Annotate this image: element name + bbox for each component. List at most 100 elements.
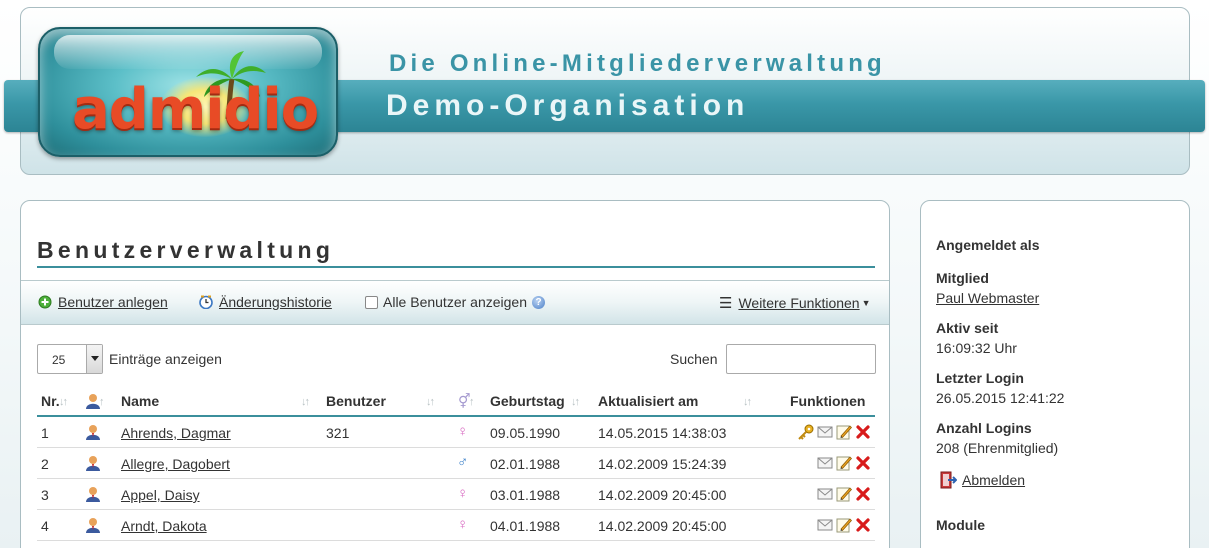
row-functions (817, 455, 871, 471)
add-user-button[interactable]: Benutzer anlegen (38, 294, 168, 310)
female-icon: ♀ (457, 516, 469, 533)
female-icon: ♀ (457, 423, 469, 440)
history-label: Änderungshistorie (219, 294, 332, 310)
search-control: Suchen (670, 344, 877, 374)
row-username: 321 (326, 425, 350, 441)
row-birthday: 04.01.1988 (490, 518, 561, 534)
key-icon[interactable] (798, 424, 814, 440)
row-nr: 3 (41, 487, 49, 503)
login-count-value: 208 (Ehrenmitglied) (936, 440, 1059, 456)
table-body: 1 Ahrends, Dagmar 321 ♀ 09.05.1990 14.05.2015… (37, 417, 875, 541)
page-title: Benutzerverwaltung (37, 237, 875, 268)
row-updated: 14.02.2009 20:45:00 (598, 487, 727, 503)
col-nr[interactable]: Nr. (41, 393, 60, 409)
users-table: Nr. ↓↑ ↑ Name ↓↑ Benutzer ↓↑ ⚥ ↑ Geburts… (37, 389, 875, 541)
member-label: Mitglied (936, 270, 989, 286)
organisation-name: Demo-Organisation (386, 89, 750, 122)
edit-icon[interactable] (836, 486, 852, 502)
user-icon[interactable] (85, 517, 101, 536)
col-functions: Funktionen (790, 393, 866, 409)
user-name-link[interactable]: Appel, Daisy (121, 487, 200, 503)
chevron-down-icon[interactable] (86, 345, 102, 373)
entries-length-select[interactable]: 25 (37, 344, 103, 374)
row-updated: 14.02.2009 20:45:00 (598, 518, 727, 534)
user-icon[interactable] (85, 455, 101, 474)
female-icon: ♀ (457, 485, 469, 502)
entries-length-value: 25 (52, 353, 66, 367)
entries-length-control: 25 Einträge anzeigen (37, 344, 222, 374)
user-name-link[interactable]: Allegre, Dagobert (121, 456, 230, 472)
add-user-label: Benutzer anlegen (58, 294, 168, 310)
row-functions (817, 517, 871, 533)
logo-gloss (54, 35, 322, 69)
mail-icon[interactable] (817, 455, 833, 471)
search-label: Suchen (670, 351, 718, 367)
row-birthday: 02.01.1988 (490, 456, 561, 472)
row-birthday: 03.01.1988 (490, 487, 561, 503)
mail-icon[interactable] (817, 486, 833, 502)
row-functions (817, 486, 871, 502)
menu-icon: ☰ (719, 295, 733, 312)
sort-icon[interactable]: ↑ (469, 396, 474, 408)
logout-icon (940, 471, 957, 489)
show-all-users-toggle[interactable]: Alle Benutzer anzeigen ? (365, 294, 545, 310)
show-all-checkbox[interactable] (365, 295, 378, 309)
logout-button[interactable]: Abmelden (939, 471, 1025, 489)
row-birthday: 09.05.1990 (490, 425, 561, 441)
row-nr: 2 (41, 456, 49, 472)
delete-icon[interactable] (855, 455, 871, 471)
login-count-label: Anzahl Logins (936, 420, 1032, 436)
delete-icon[interactable] (855, 486, 871, 502)
delete-icon[interactable] (855, 517, 871, 533)
admidio-logo[interactable]: admidio (38, 27, 338, 157)
last-login-label: Letzter Login (936, 370, 1024, 386)
edit-icon[interactable] (836, 424, 852, 440)
row-updated: 14.02.2009 15:24:39 (598, 456, 727, 472)
logo-text: admidio (72, 77, 319, 142)
user-name-link[interactable]: Arndt, Dakota (121, 518, 207, 534)
member-name-link[interactable]: Paul Webmaster (936, 290, 1039, 306)
modules-heading: Module (936, 517, 985, 533)
search-input[interactable] (726, 344, 877, 374)
row-nr: 4 (41, 518, 49, 534)
col-birthday[interactable]: Geburtstag (490, 393, 565, 409)
sort-icon[interactable]: ↑ (99, 396, 104, 408)
user-icon[interactable] (85, 424, 101, 443)
sort-icon[interactable]: ↓↑ (59, 396, 68, 408)
col-updated[interactable]: Aktualisiert am (598, 393, 698, 409)
site-tagline: Die Online-Mitgliederverwaltung (389, 50, 886, 77)
edit-icon[interactable] (836, 455, 852, 471)
col-name[interactable]: Name (121, 393, 159, 409)
more-functions-menu[interactable]: ☰ Weitere Funktionen ▼ (719, 294, 871, 312)
sort-icon[interactable]: ↓↑ (426, 396, 435, 408)
sort-icon[interactable]: ↓↑ (571, 396, 580, 408)
row-updated: 14.05.2015 14:38:03 (598, 425, 727, 441)
male-icon: ♂ (457, 454, 469, 471)
sort-icon[interactable]: ↓↑ (743, 396, 752, 408)
show-all-label: Alle Benutzer anzeigen (383, 294, 527, 310)
logout-label: Abmelden (962, 472, 1026, 488)
sort-icon[interactable]: ↓↑ (301, 396, 310, 408)
col-user[interactable]: Benutzer (326, 393, 386, 409)
active-since-value: 16:09:32 Uhr (936, 340, 1017, 356)
add-icon (38, 295, 52, 309)
caret-down-icon: ▼ (861, 298, 871, 308)
logged-in-heading: Angemeldet als (936, 237, 1040, 253)
help-icon[interactable]: ? (532, 295, 545, 309)
row-functions (798, 424, 871, 440)
table-row: 1 Ahrends, Dagmar 321 ♀ 09.05.1990 14.05.2015… (37, 417, 875, 448)
edit-icon[interactable] (836, 517, 852, 533)
table-row: 3 Appel, Daisy ♀ 03.01.1988 14.02.2009 20:45… (37, 479, 875, 510)
delete-icon[interactable] (855, 424, 871, 440)
user-name-link[interactable]: Ahrends, Dagmar (121, 425, 231, 441)
mail-icon[interactable] (817, 424, 833, 440)
history-button[interactable]: Änderungshistorie (199, 294, 332, 310)
sidebar: Angemeldet als Mitglied Paul Webmaster A… (920, 200, 1190, 548)
entries-length-label: Einträge anzeigen (109, 351, 222, 367)
mail-icon[interactable] (817, 517, 833, 533)
clock-icon (199, 295, 213, 309)
table-row: 4 Arndt, Dakota ♀ 04.01.1988 14.02.2009 20:4… (37, 510, 875, 541)
toolbar: Benutzer anlegen Änderungshistorie Alle … (21, 280, 889, 325)
main-panel: Benutzerverwaltung Benutzer anlegen Ände… (20, 200, 890, 548)
user-icon[interactable] (85, 486, 101, 505)
